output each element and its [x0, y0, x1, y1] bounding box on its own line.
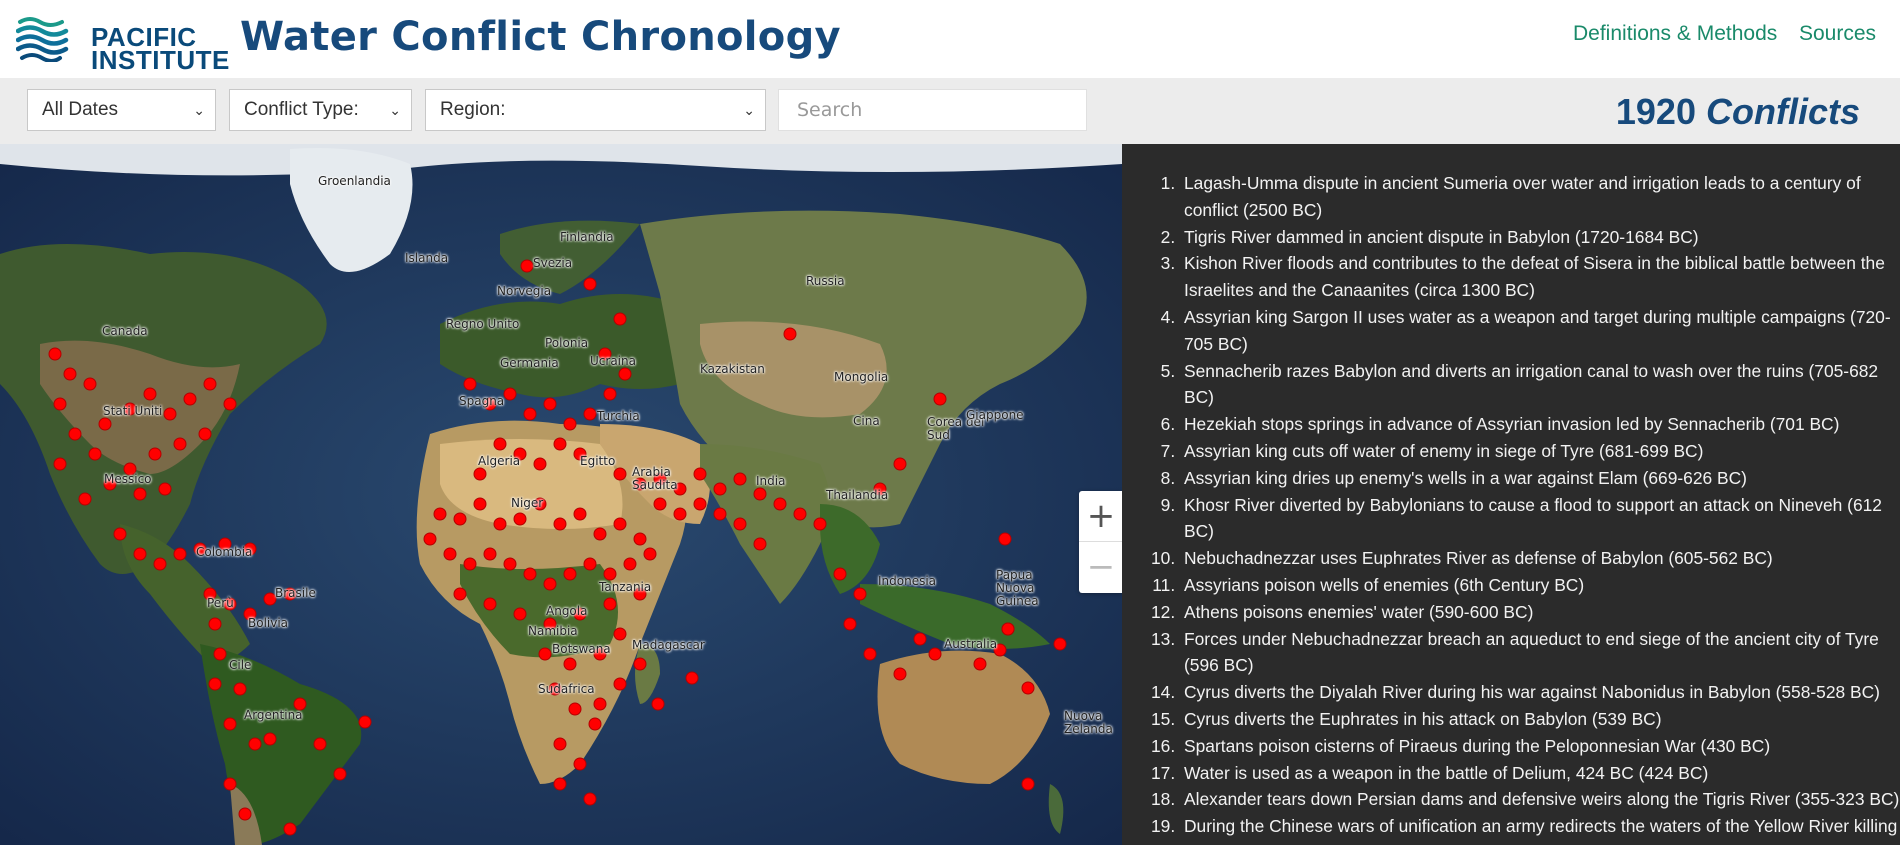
- zoom-control: + −: [1079, 491, 1123, 593]
- region-select-value: Region:: [440, 99, 506, 120]
- map-label-peru: Perù: [207, 596, 234, 610]
- chevron-down-icon: ⌄: [743, 102, 755, 118]
- logo-wordmark: PACIFIC INSTITUTE: [91, 24, 230, 75]
- map-label-brasile: Brasile: [275, 586, 316, 600]
- conflict-count-number: 1920: [1615, 91, 1696, 132]
- chevron-down-icon: ⌄: [389, 102, 401, 118]
- conflict-type-select[interactable]: Conflict Type: ⌄: [229, 89, 412, 131]
- dates-select-value: All Dates: [42, 99, 119, 120]
- conflict-list-panel: Lagash-Umma dispute in ancient Sumeria o…: [1122, 144, 1900, 845]
- map-label-norvegia: Norvegia: [497, 284, 552, 298]
- map-label-canada: Canada: [102, 324, 148, 338]
- map-label-polonia: Polonia: [545, 336, 589, 350]
- conflict-count-label: Conflicts: [1705, 91, 1860, 132]
- conflict-item[interactable]: Assyrian king cuts off water of enemy in…: [1180, 438, 1900, 465]
- map-label-indonesia: Indonesia: [878, 574, 937, 588]
- conflict-item[interactable]: Alexander tears down Persian dams and de…: [1180, 786, 1900, 813]
- conflict-item[interactable]: Kishon River floods and contributes to t…: [1180, 250, 1900, 304]
- conflict-item[interactable]: Assyrian king dries up enemy's wells in …: [1180, 465, 1900, 492]
- map-label-russia: Russia: [806, 274, 845, 288]
- satellite-basemap: [0, 144, 1122, 845]
- map-label-niger: Niger: [511, 496, 544, 510]
- map-label-cina: Cina: [853, 414, 880, 428]
- conflict-item[interactable]: Athens poisons enemies' water (590-600 B…: [1180, 599, 1900, 626]
- conflict-item[interactable]: During the Chinese wars of unification a…: [1180, 813, 1900, 840]
- map-label-angola: Angola: [546, 604, 588, 618]
- search-input[interactable]: Search: [778, 89, 1087, 131]
- map-label-nuova-zelanda: Nuova Zelanda: [1064, 709, 1113, 736]
- map-label-turchia: Turchia: [597, 409, 640, 423]
- map-label-sudafrica: Sudafrica: [538, 682, 595, 696]
- conflict-item[interactable]: Sennacherib razes Babylon and diverts an…: [1180, 358, 1900, 412]
- conflict-item[interactable]: Khosr River diverted by Babylonians to c…: [1180, 492, 1900, 546]
- dates-select[interactable]: All Dates ⌄: [27, 89, 216, 131]
- conflict-item[interactable]: Lagash-Umma dispute in ancient Sumeria o…: [1180, 170, 1900, 224]
- map-label-messico: Messico: [104, 472, 152, 486]
- map-label-stati-uniti: Stati Uniti: [103, 404, 163, 418]
- map-label-islanda: Islanda: [405, 251, 449, 265]
- conflict-list: Lagash-Umma dispute in ancient Sumeria o…: [1122, 144, 1900, 840]
- map-label-argentina: Argentina: [244, 708, 303, 722]
- map-label-namibia: Namibia: [528, 624, 578, 638]
- map-label-bolivia: Bolivia: [248, 616, 289, 630]
- pacific-institute-logo[interactable]: PACIFIC INSTITUTE: [15, 12, 229, 73]
- conflict-item[interactable]: Cyrus diverts the Diyalah River during h…: [1180, 679, 1900, 706]
- map-label-thailandia: Thailandia: [826, 488, 889, 502]
- map-label-colombia: Colombia: [196, 545, 253, 559]
- map-label-algeria: Algeria: [478, 454, 521, 468]
- map-label-botswana: Botswana: [552, 642, 611, 656]
- map-label-arabia-saudita: Arabia Saudita: [632, 465, 678, 492]
- map-label-kazakistan: Kazakistan: [700, 362, 765, 376]
- map-label-finlandia: Finlandia: [560, 230, 614, 244]
- conflict-item[interactable]: Water is used as a weapon in the battle …: [1180, 760, 1900, 787]
- map-label-germania: Germania: [500, 356, 559, 370]
- world-map[interactable]: Groenlandia Islanda Svezia Finlandia Nor…: [0, 144, 1122, 845]
- conflict-item[interactable]: Tigris River dammed in ancient dispute i…: [1180, 224, 1900, 251]
- header: PACIFIC INSTITUTE Water Conflict Chronol…: [0, 0, 1900, 78]
- nav-definitions-methods[interactable]: Definitions & Methods: [1573, 22, 1777, 46]
- map-label-svezia: Svezia: [533, 256, 573, 270]
- chevron-down-icon: ⌄: [193, 102, 205, 118]
- page-title: Water Conflict Chronology: [240, 14, 841, 60]
- zoom-out-button[interactable]: −: [1079, 542, 1123, 592]
- logo-line-2: INSTITUTE: [91, 45, 230, 75]
- conflict-item[interactable]: Cyrus diverts the Euphrates in his attac…: [1180, 706, 1900, 733]
- conflict-item[interactable]: Hezekiah stops springs in advance of Ass…: [1180, 411, 1900, 438]
- wave-logo-icon: [15, 17, 69, 63]
- conflict-item[interactable]: Assyrians poison wells of enemies (6th C…: [1180, 572, 1900, 599]
- map-label-cile: Cile: [229, 658, 252, 672]
- map-label-india: India: [756, 474, 786, 488]
- conflict-item[interactable]: Nebuchadnezzar uses Euphrates River as d…: [1180, 545, 1900, 572]
- conflict-count: 1920 Conflicts: [1616, 91, 1860, 133]
- map-label-papua-nuova-guinea: Papua Nuova Guinea: [996, 568, 1039, 608]
- zoom-in-button[interactable]: +: [1079, 491, 1123, 541]
- map-label-egitto: Egitto: [580, 454, 616, 468]
- conflict-item[interactable]: Spartans poison cisterns of Piraeus duri…: [1180, 733, 1900, 760]
- map-label-australia: Australia: [944, 637, 998, 651]
- map-label-regno-unito: Regno Unito: [446, 317, 520, 331]
- map-label-spagna: Spagna: [459, 394, 505, 408]
- filter-toolbar: All Dates ⌄ Conflict Type: ⌄ Region: ⌄ S…: [0, 78, 1900, 144]
- conflict-item[interactable]: Assyrian king Sargon II uses water as a …: [1180, 304, 1900, 358]
- map-label-giappone: Giappone: [966, 408, 1024, 422]
- map-label-tanzania: Tanzania: [599, 580, 652, 594]
- map-label-madagascar: Madagascar: [632, 638, 705, 652]
- map-label-ucraina: Ucraina: [590, 354, 636, 368]
- map-label-mongolia: Mongolia: [834, 370, 889, 384]
- map-label-groenlandia: Groenlandia: [318, 174, 391, 188]
- conflict-type-select-value: Conflict Type:: [244, 99, 359, 120]
- nav-sources[interactable]: Sources: [1799, 22, 1876, 46]
- region-select[interactable]: Region: ⌄: [425, 89, 766, 131]
- conflict-item[interactable]: Forces under Nebuchadnezzar breach an aq…: [1180, 626, 1900, 680]
